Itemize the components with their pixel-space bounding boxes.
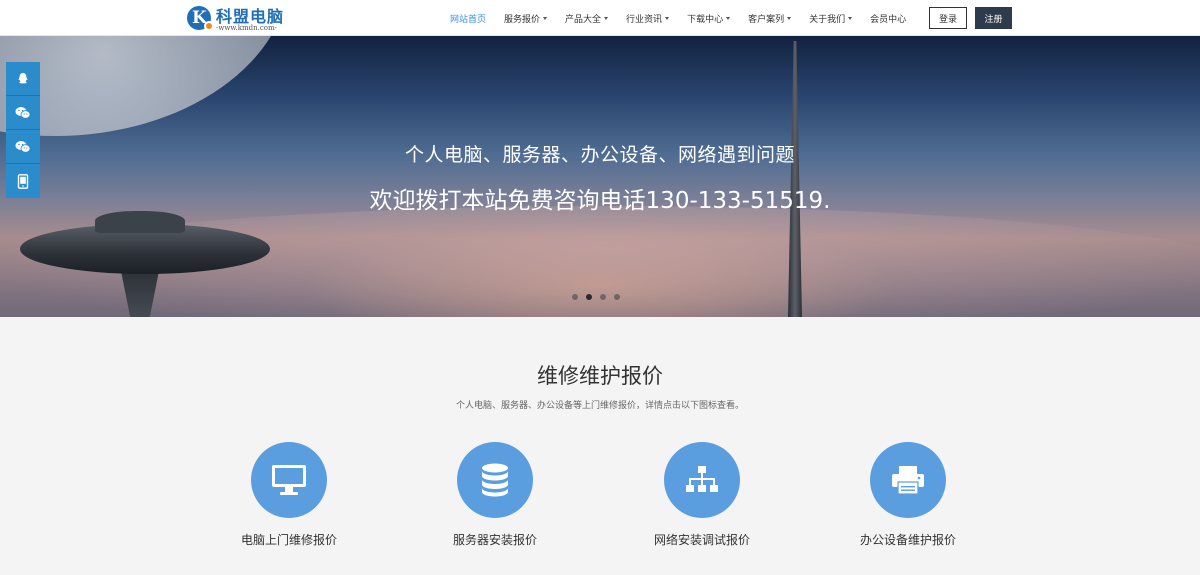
card-label[interactable]: 服务器安装报价 [395, 531, 595, 548]
caret-down-icon [665, 16, 670, 20]
phone-icon [17, 173, 29, 189]
nav-label: 服务报价 [504, 14, 541, 25]
card-pc-repair[interactable]: 电脑上门维修报价 [189, 442, 389, 557]
nav-item-news[interactable]: 行业资讯 [626, 12, 670, 25]
qq-icon [18, 72, 28, 83]
card-office-equipment[interactable]: 办公设备维护报价 [808, 442, 1008, 557]
card-icon-circle[interactable] [251, 442, 327, 518]
printer-icon [892, 466, 924, 495]
card-network-install[interactable]: 网络安装调试报价 [602, 442, 802, 557]
caret-down-icon [543, 16, 548, 20]
wechat-icon [15, 106, 31, 119]
side-float-bar [6, 62, 40, 198]
hero-tower [788, 41, 802, 317]
site-logo[interactable]: K 科盟电脑 -www.kmdn.com- [187, 3, 317, 33]
nav-label: 客户案列 [748, 14, 785, 25]
section-title: 维修维护报价 [537, 364, 663, 388]
nav-item-about[interactable]: 关于我们 [809, 12, 853, 25]
carousel-indicators [572, 294, 628, 300]
nav-item-downloads[interactable]: 下载中心 [687, 12, 731, 25]
caret-down-icon [604, 16, 609, 20]
caret-down-icon [848, 16, 853, 20]
carousel-dot[interactable] [600, 294, 606, 300]
site-header: K 科盟电脑 -www.kmdn.com- 网站首页 服务报价 产品大全 行业资… [0, 0, 1200, 36]
nav-label: 下载中心 [687, 14, 724, 25]
qq-button[interactable] [6, 62, 40, 96]
monitor-icon [272, 465, 306, 495]
nav-item-member[interactable]: 会员中心 [870, 12, 906, 25]
wechat-button-2[interactable] [6, 130, 40, 164]
nav-label: 产品大全 [565, 14, 602, 25]
nav-item-cases[interactable]: 客户案列 [748, 12, 792, 25]
card-label[interactable]: 办公设备维护报价 [808, 531, 1008, 548]
nav-label: 行业资讯 [626, 14, 663, 25]
nav-label: 关于我们 [809, 14, 846, 25]
wechat-button[interactable] [6, 96, 40, 130]
nav-label: 会员中心 [870, 14, 907, 25]
main-nav: 网站首页 服务报价 产品大全 行业资讯 下载中心 客户案列 关于我们 会员中心 [450, 0, 924, 36]
network-icon [686, 466, 718, 492]
phone-button[interactable] [6, 164, 40, 198]
carousel-dot[interactable] [614, 294, 620, 300]
nav-item-home[interactable]: 网站首页 [450, 12, 486, 25]
section-subtitle: 个人电脑、服务器、办公设备等上门维修报价，详情点击以下图标查看。 [455, 401, 744, 411]
login-button[interactable]: 登录 [929, 7, 967, 29]
hero-phone-line: 欢迎拨打本站免费咨询电话130-133-51519. [369, 188, 831, 214]
card-icon-circle[interactable] [664, 442, 740, 518]
caret-down-icon [726, 16, 731, 20]
card-icon-circle[interactable] [457, 442, 533, 518]
card-label[interactable]: 电脑上门维修报价 [189, 531, 389, 548]
nav-item-service-quote[interactable]: 服务报价 [504, 12, 548, 25]
register-button[interactable]: 注册 [975, 7, 1012, 29]
card-icon-circle[interactable] [870, 442, 946, 518]
caret-down-icon [787, 16, 792, 20]
hero-headline: 个人电脑、服务器、办公设备、网络遇到问题 [404, 144, 795, 166]
logo-icon: K [187, 6, 214, 31]
carousel-dot[interactable] [572, 294, 578, 300]
nav-label: 网站首页 [450, 14, 487, 25]
logo-url: -www.kmdn.com- [216, 24, 277, 32]
hero-planet [0, 36, 290, 136]
wechat-icon [15, 140, 31, 153]
carousel-dot-active[interactable] [586, 294, 592, 300]
card-label[interactable]: 网络安装调试报价 [602, 531, 802, 548]
database-icon [482, 463, 508, 497]
hero-banner[interactable]: 个人电脑、服务器、办公设备、网络遇到问题 欢迎拨打本站免费咨询电话130-133… [0, 36, 1200, 317]
card-server-install[interactable]: 服务器安装报价 [395, 442, 595, 557]
nav-item-products[interactable]: 产品大全 [565, 12, 609, 25]
